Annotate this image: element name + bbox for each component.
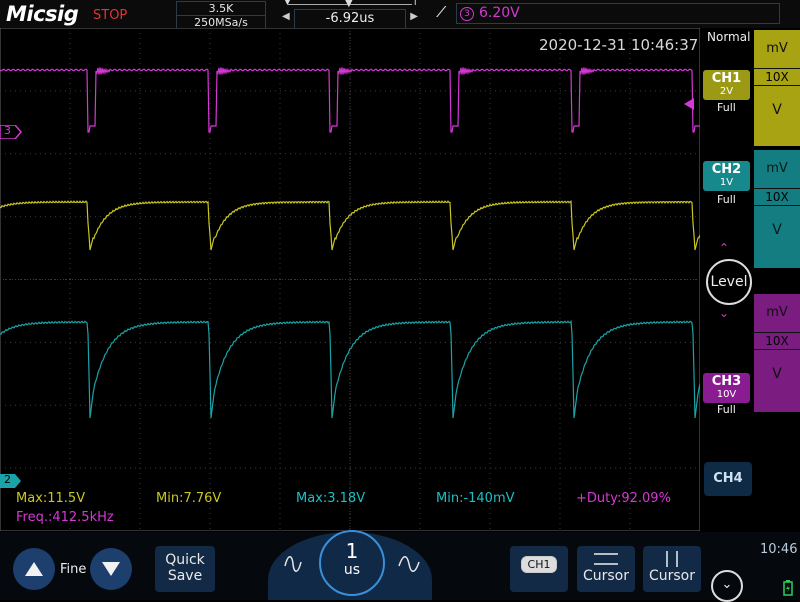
quick-save-label-2: Save	[167, 568, 203, 584]
ch2-ground-marker[interactable]: 2	[0, 473, 21, 488]
ch1-probe-volt[interactable]: V	[754, 92, 800, 128]
timestamp: 2020-12-31 10:46:37	[539, 36, 699, 54]
ch2-label: CH2	[711, 162, 742, 177]
cursor-vertical-label: Cursor	[648, 568, 696, 584]
quick-save-button[interactable]: Quick Save	[155, 546, 215, 592]
ch2-button[interactable]: CH2 1V	[703, 161, 750, 191]
timebase-increase-wave-icon[interactable]	[398, 556, 420, 572]
timebase-decrease-wave-icon[interactable]	[284, 556, 302, 572]
memory-start-marker-icon: ▼	[284, 0, 291, 7]
rising-edge-icon: ⁄	[440, 3, 443, 21]
ch3-button[interactable]: CH3 10V	[703, 373, 750, 403]
expand-menu-button[interactable]: ⌄	[711, 570, 743, 602]
quick-save-label-1: Quick	[165, 552, 205, 568]
horizontal-position-panel[interactable]: ▼ ▼ T ◀ -6.92us ▶	[282, 0, 419, 29]
brand-logo: Micsig	[6, 2, 79, 26]
top-status-bar: Micsig STOP 3.5K 250MSa/s ▼ ▼ T ◀ -6.92u…	[0, 0, 800, 30]
position-left-arrow-icon[interactable]: ◀	[282, 11, 290, 22]
measurement-ch1-min: Min:7.76V	[156, 491, 222, 506]
ch3-label: CH3	[711, 374, 742, 389]
vertical-cursor-icon	[666, 551, 678, 567]
acquisition-panel[interactable]: 3.5K 250MSa/s	[176, 1, 266, 30]
trigger-level: 6.20V	[479, 5, 520, 21]
cursor-horizontal-label: Cursor	[582, 568, 630, 584]
ch1-bandwidth: Full	[717, 101, 736, 114]
clock: 10:46	[760, 542, 798, 557]
fine-label: Fine	[60, 562, 87, 577]
channel-select-button[interactable]: CH1	[510, 546, 568, 592]
trigger-level-marker-icon[interactable]	[684, 95, 694, 114]
timebase-dial[interactable]: 1 us	[319, 530, 385, 596]
down-arrow-icon	[102, 562, 120, 576]
ch1-probe-ratio[interactable]: 10X	[754, 68, 800, 86]
ch1-button[interactable]: CH1 2V	[703, 70, 750, 100]
trigger-marker-icon: T	[412, 0, 419, 8]
measurement-frequency: Freq.:412.5kHz	[16, 510, 114, 525]
trigger-source-badge: 3	[460, 7, 474, 21]
chevron-down-icon: ⌄	[721, 577, 733, 592]
ch3-scale: 10V	[716, 389, 737, 400]
ch2-bandwidth: Full	[717, 193, 736, 206]
ch3-probe-volt[interactable]: V	[754, 356, 800, 392]
ch2-probe-unit[interactable]: mV	[754, 150, 800, 188]
battery-icon	[783, 580, 793, 596]
view-pointer-icon: ▼	[345, 0, 353, 9]
ch1-probe-unit[interactable]: mV	[754, 30, 800, 68]
ch2-scale: 1V	[719, 177, 734, 188]
measurement-duty: +Duty:92.09%	[576, 491, 671, 506]
trigger-mode[interactable]: Normal	[707, 30, 750, 44]
ch3-probe-ratio[interactable]: 10X	[754, 332, 800, 350]
timebase-value: 1	[345, 539, 359, 563]
ch2-probe-ratio[interactable]: 10X	[754, 188, 800, 206]
ch3-marker-label: 3	[4, 124, 11, 137]
memory-depth: 3.5K	[208, 2, 234, 15]
ch3-probe-unit[interactable]: mV	[754, 294, 800, 332]
ch2-marker-label: 2	[4, 473, 11, 486]
fine-down-button[interactable]	[90, 548, 132, 590]
cursor-horizontal-button[interactable]: Cursor	[577, 546, 635, 592]
ch1-probe-panel[interactable]: mV 10X V	[754, 30, 800, 146]
horizontal-cursor-icon	[594, 553, 618, 565]
ch3-bandwidth: Full	[717, 403, 736, 416]
ch4-button[interactable]: CH4	[704, 462, 752, 496]
timebase-unit: us	[343, 562, 361, 578]
ch2-probe-panel[interactable]: mV 10X V	[754, 150, 800, 268]
measurement-ch2-max: Max:3.18V	[296, 491, 366, 506]
ch2-probe-volt[interactable]: V	[754, 212, 800, 248]
level-down-icon[interactable]: ⌄	[719, 306, 729, 320]
cursor-vertical-button[interactable]: Cursor	[643, 546, 701, 592]
ch1-label: CH1	[711, 71, 742, 86]
fine-up-button[interactable]	[13, 548, 55, 590]
trigger-info: 3 6.20V	[456, 3, 780, 24]
position-right-arrow-icon[interactable]: ▶	[410, 11, 418, 22]
measurement-ch3-max: Max:11.5V	[16, 491, 86, 506]
level-button[interactable]: Level	[706, 259, 752, 305]
ch3-ground-marker[interactable]: 3	[0, 124, 22, 140]
run-stop-status[interactable]: STOP	[93, 8, 127, 23]
level-up-icon[interactable]: ⌃	[719, 241, 729, 255]
waveform-display[interactable]	[0, 28, 700, 531]
up-arrow-icon	[25, 562, 43, 576]
trigger-panel[interactable]: ⁄ 3 6.20V	[440, 3, 780, 24]
horizontal-position-value: -6.92us	[294, 9, 406, 29]
ch1-scale: 2V	[719, 86, 734, 97]
ch3-probe-panel[interactable]: mV 10X V	[754, 294, 800, 412]
measurement-ch2-min: Min:-140mV	[436, 491, 515, 506]
channel-badge: CH1	[520, 556, 558, 573]
